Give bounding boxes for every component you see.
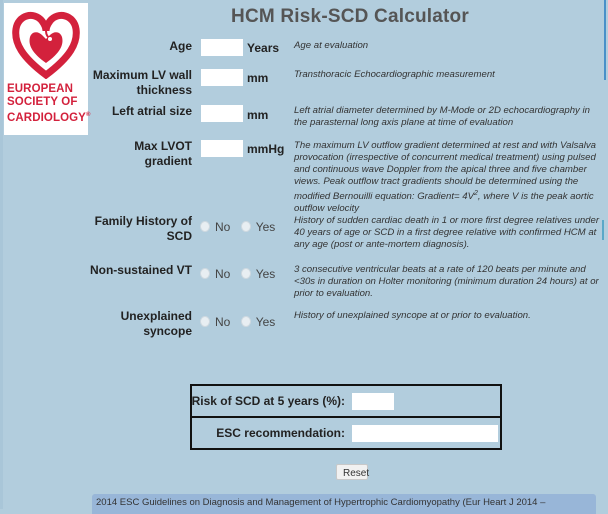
lv-wall-input[interactable] (201, 69, 243, 86)
lv-wall-label-line-2: thickness (136, 83, 192, 97)
lvot-label-line-2: gradient (144, 154, 192, 168)
age-unit: Years (247, 41, 280, 55)
reset-button[interactable]: Reset (336, 464, 369, 480)
nsvt-description: 3 consecutive ventricular beats at a rat… (294, 264, 599, 299)
nsvt-label: Non-sustained VT (89, 263, 192, 277)
nsvt-radio-group: No Yes (200, 267, 282, 281)
registered-mark: ® (85, 112, 91, 118)
family-history-no-option[interactable]: No (200, 220, 230, 234)
family-history-no-label: No (215, 220, 231, 234)
syncope-no-radio[interactable] (200, 316, 210, 327)
syncope-label: Unexplained syncope (121, 309, 192, 339)
syncope-yes-label: Yes (255, 315, 276, 329)
age-input[interactable] (201, 39, 243, 56)
lvot-description: The maximum LV outflow gradient determin… (294, 140, 602, 215)
family-history-radio-group: No Yes (200, 220, 282, 234)
nsvt-no-option[interactable]: No (200, 267, 230, 281)
heart-logo-icon (12, 11, 80, 79)
risk-label: Risk of SCD at 5 years (%): (191, 394, 345, 408)
logo-line-3: CARDIOLOGY (7, 111, 86, 124)
family-history-label: Family History of SCD (95, 214, 192, 244)
syncope-label-line-1: Unexplained (120, 309, 192, 323)
risk-output (352, 393, 394, 410)
results-box: Risk of SCD at 5 years (%): ESC recommen… (190, 384, 502, 450)
scroll-indicator-secondary (602, 220, 604, 240)
lvot-label: Max LVOT gradient (134, 139, 192, 169)
family-history-label-line-2: SCD (166, 229, 192, 243)
family-history-no-radio[interactable] (200, 221, 210, 232)
lv-wall-label-line-1: Maximum LV wall (92, 68, 192, 82)
page-title: HCM Risk-SCD Calculator (231, 6, 469, 27)
syncope-no-option[interactable]: No (200, 315, 230, 329)
scroll-indicator (604, 0, 606, 80)
logo-text: EUROPEAN SOCIETY OF CARDIOLOGY® (7, 83, 91, 125)
recommendation-label: ESC recommendation: (216, 426, 345, 440)
family-history-yes-radio[interactable] (240, 221, 251, 232)
esc-logo: EUROPEAN SOCIETY OF CARDIOLOGY® (4, 3, 91, 135)
left-atrial-label: Left atrial size (111, 104, 192, 118)
nsvt-no-label: No (215, 267, 231, 281)
footer-citation: 2014 ESC Guidelines on Diagnosis and Man… (92, 494, 596, 514)
left-atrial-unit: mm (247, 108, 269, 122)
recommendation-row: ESC recommendation: (192, 418, 500, 448)
risk-row: Risk of SCD at 5 years (%): (192, 386, 500, 418)
lv-wall-description: Transthoracic Echocardiographic measurem… (294, 69, 495, 80)
nsvt-no-radio[interactable] (200, 268, 210, 279)
lvot-input[interactable] (201, 140, 243, 157)
left-atrial-input[interactable] (201, 105, 243, 122)
lv-wall-label: Maximum LV wall thickness (93, 68, 192, 98)
family-history-yes-label: Yes (255, 220, 276, 234)
lv-wall-unit: mm (247, 71, 269, 85)
syncope-description: History of unexplained syncope at or pri… (294, 310, 531, 321)
family-history-description: History of sudden cardiac death in 1 or … (294, 215, 600, 250)
nsvt-yes-radio[interactable] (240, 268, 251, 279)
lvot-unit: mmHg (247, 142, 285, 156)
nsvt-yes-label: Yes (255, 267, 276, 281)
syncope-no-label: No (215, 315, 231, 329)
lvot-label-line-1: Max LVOT (134, 139, 192, 153)
family-history-label-line-1: Family History of (94, 214, 192, 228)
recommendation-output (352, 425, 498, 442)
left-edge (0, 0, 3, 509)
age-description: Age at evaluation (294, 40, 369, 51)
syncope-label-line-2: syncope (143, 324, 192, 338)
syncope-radio-group: No Yes (200, 315, 282, 329)
left-atrial-description: Left atrial diameter determined by M-Mod… (294, 105, 590, 128)
nsvt-yes-option[interactable]: Yes (240, 267, 276, 281)
syncope-yes-option[interactable]: Yes (240, 315, 276, 329)
logo-line-2: SOCIETY OF (7, 96, 78, 108)
family-history-yes-option[interactable]: Yes (240, 220, 276, 234)
logo-line-1: EUROPEAN (7, 83, 73, 95)
syncope-yes-radio[interactable] (240, 316, 251, 327)
age-label: Age (169, 39, 192, 53)
